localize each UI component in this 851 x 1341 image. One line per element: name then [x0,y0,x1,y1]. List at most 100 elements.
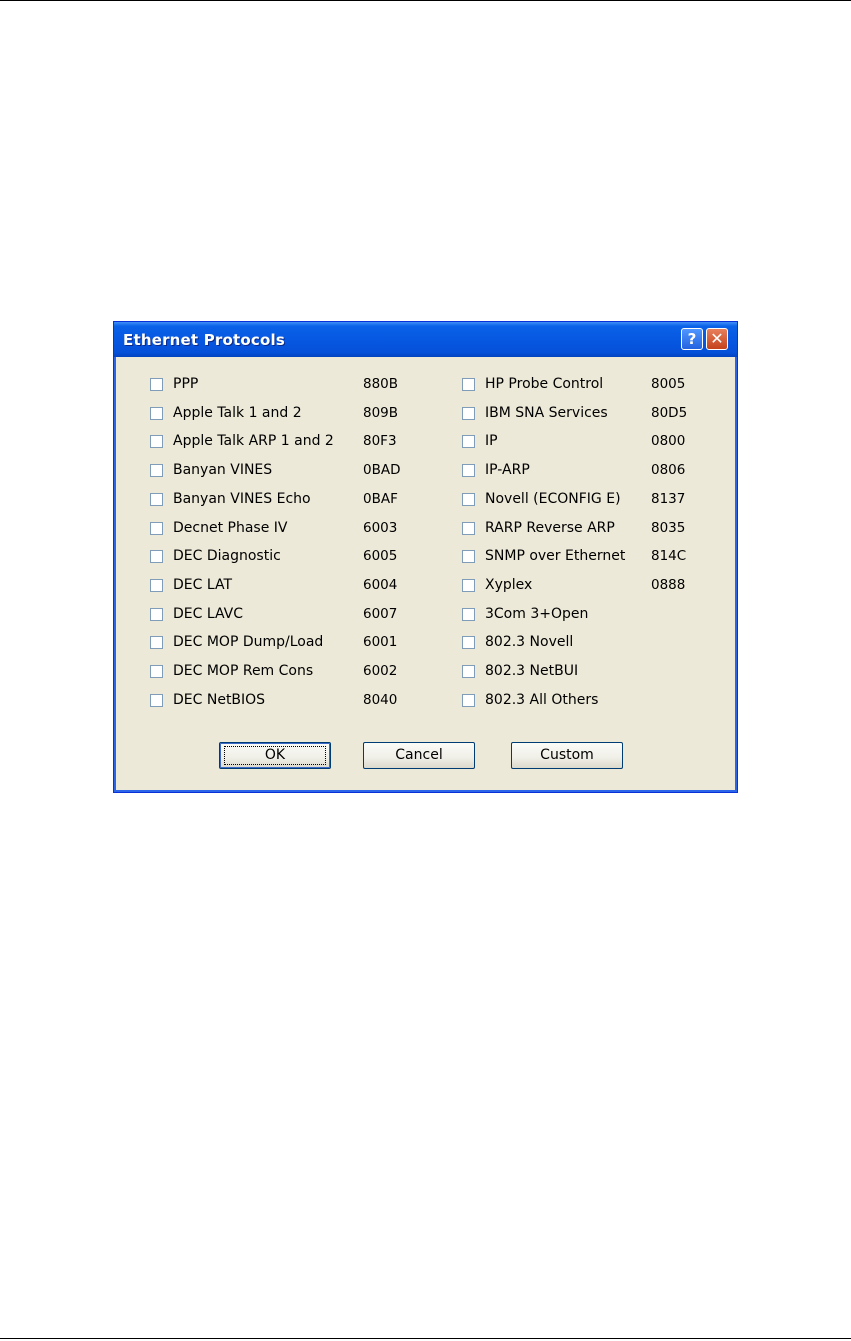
dialog-title: Ethernet Protocols [123,331,285,349]
protocol-label: Apple Talk ARP 1 and 2 [173,433,334,449]
protocol-checkbox[interactable] [150,406,163,420]
protocol-checkbox[interactable] [150,521,163,535]
protocol-label: DEC NetBIOS [173,692,266,708]
protocol-checkbox[interactable] [150,463,163,477]
protocol-checkbox[interactable] [462,406,475,420]
protocol-checkbox[interactable] [462,434,475,448]
question-mark-icon: ? [687,330,697,348]
protocol-row[interactable]: DEC MOP Rem Cons [150,661,313,681]
protocol-label: PPP [173,376,199,392]
protocol-checkbox[interactable] [462,492,475,506]
protocol-row[interactable]: DEC Diagnostic [150,546,281,566]
custom-button-label: Custom [540,747,594,763]
protocol-code: 814C [651,548,687,564]
protocol-checkbox[interactable] [462,377,475,391]
protocol-checkbox[interactable] [150,635,163,649]
protocol-label: Xyplex [485,577,533,593]
protocol-label: DEC LAVC [173,606,244,622]
protocol-label: DEC MOP Dump/Load [173,634,324,650]
protocol-checkbox[interactable] [462,549,475,563]
protocol-label: Apple Talk 1 and 2 [173,405,302,421]
protocol-row[interactable]: PPP [150,374,198,394]
protocol-row[interactable]: DEC LAT [150,575,232,595]
protocol-checkbox[interactable] [150,693,163,707]
protocol-code: 8005 [651,376,686,392]
protocol-code: 6007 [363,606,398,622]
protocol-checkbox[interactable] [150,492,163,506]
cancel-button[interactable]: Cancel [363,742,475,769]
protocol-row[interactable]: Novell (ECONFIG E) [462,489,621,509]
close-icon: ✕ [710,329,724,348]
protocol-row[interactable]: DEC MOP Dump/Load [150,632,323,652]
custom-button[interactable]: Custom [511,742,623,769]
protocol-row[interactable]: 802.3 Novell [462,632,573,652]
help-button[interactable]: ? [681,328,703,350]
protocol-checkbox[interactable] [462,578,475,592]
protocol-code: 80F3 [363,433,397,449]
protocol-row[interactable]: Decnet Phase IV [150,518,287,538]
protocol-code: 6004 [363,577,398,593]
page-bottom-rule [0,1338,851,1339]
protocol-label: Banyan VINES Echo [173,491,311,507]
protocol-checkbox[interactable] [462,664,475,678]
protocol-label: DEC MOP Rem Cons [173,663,314,679]
protocol-label: HP Probe Control [485,376,604,392]
protocol-row[interactable]: Xyplex [462,575,532,595]
protocol-code: 0BAD [363,462,401,478]
protocol-row[interactable]: Apple Talk 1 and 2 [150,403,302,423]
protocol-code: 880B [363,376,399,392]
protocol-checkbox[interactable] [150,607,163,621]
protocol-row[interactable]: IP [462,431,498,451]
protocol-row[interactable]: DEC NetBIOS [150,690,265,710]
protocol-row[interactable]: 3Com 3+Open [462,604,588,624]
ok-button-label: OK [224,746,326,765]
protocol-row[interactable]: HP Probe Control [462,374,603,394]
dialog-titlebar[interactable]: Ethernet Protocols ? ✕ [114,322,737,357]
protocol-checkbox[interactable] [462,521,475,535]
protocol-code: 8137 [651,491,686,507]
protocol-label: IP [485,433,498,449]
cancel-button-label: Cancel [395,747,443,763]
protocol-code: 0888 [651,577,686,593]
protocol-row[interactable]: RARP Reverse ARP [462,518,615,538]
protocol-checkbox[interactable] [150,578,163,592]
page-top-rule [0,0,851,1]
protocol-row[interactable]: DEC LAVC [150,604,243,624]
protocol-row[interactable]: Banyan VINES [150,460,272,480]
protocol-checkbox[interactable] [462,635,475,649]
protocol-label: Banyan VINES [173,462,273,478]
protocol-checkbox[interactable] [462,607,475,621]
ethernet-protocols-dialog: Ethernet Protocols ? ✕ PPP 880B Apple Talk… [113,321,738,793]
protocol-code: 8040 [363,692,398,708]
close-button[interactable]: ✕ [706,328,728,350]
protocol-checkbox[interactable] [150,434,163,448]
protocol-checkbox[interactable] [150,549,163,563]
protocol-row[interactable]: 802.3 NetBUI [462,661,578,681]
protocol-code: 80D5 [651,405,688,421]
protocol-code: 6002 [363,663,398,679]
protocol-label: IP-ARP [485,462,530,478]
protocol-row[interactable]: 802.3 All Others [462,690,598,710]
protocol-checkbox[interactable] [462,463,475,477]
protocol-label: DEC Diagnostic [173,548,281,564]
protocol-row[interactable]: SNMP over Ethernet [462,546,625,566]
protocol-row[interactable]: IP-ARP [462,460,530,480]
protocol-label: RARP Reverse ARP [485,520,615,536]
protocol-row[interactable]: Banyan VINES Echo [150,489,311,509]
protocol-code: 6005 [363,548,398,564]
protocol-checkbox[interactable] [150,664,163,678]
protocol-row[interactable]: Apple Talk ARP 1 and 2 [150,431,334,451]
protocol-checkbox[interactable] [150,377,163,391]
protocol-label: Decnet Phase IV [173,520,288,536]
protocol-label: 802.3 NetBUI [485,663,579,679]
protocol-code: 0800 [651,433,686,449]
protocol-label: DEC LAT [173,577,233,593]
protocol-label: SNMP over Ethernet [485,548,626,564]
protocol-row[interactable]: IBM SNA Services [462,403,608,423]
protocol-label: 3Com 3+Open [485,606,589,622]
protocol-code: 0BAF [363,491,398,507]
protocol-label: 802.3 Novell [485,634,574,650]
ok-button[interactable]: OK [219,742,331,769]
protocol-checkbox[interactable] [462,693,475,707]
protocol-code: 6003 [363,520,398,536]
